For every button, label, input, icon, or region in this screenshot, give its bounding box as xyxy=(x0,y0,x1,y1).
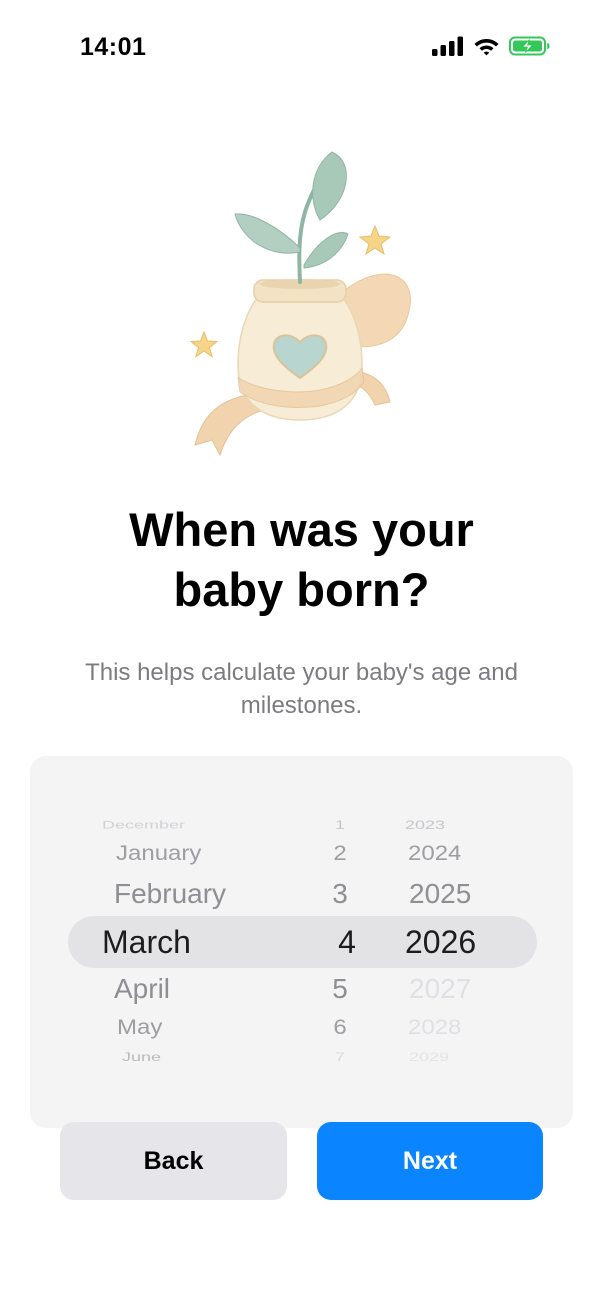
day-option[interactable]: 6 xyxy=(320,1017,360,1038)
day-wheel[interactable]: 1 2 3 4 5 6 7 xyxy=(320,756,360,1128)
birth-date-picker[interactable]: December January February March April Ma… xyxy=(30,756,573,1128)
wifi-icon xyxy=(474,39,499,56)
back-button[interactable]: Back xyxy=(60,1122,287,1200)
status-bar: 14:01 xyxy=(0,0,603,96)
jar-sprout-illustration xyxy=(189,151,411,457)
battery-charging-icon xyxy=(509,36,550,56)
year-wheel[interactable]: 2023 2024 2025 2026 2027 2028 2029 xyxy=(400,756,490,1128)
month-option[interactable]: May xyxy=(117,1017,317,1038)
leaf-left xyxy=(234,213,301,254)
page-title-line-2: baby born? xyxy=(173,563,430,616)
day-option[interactable]: 5 xyxy=(320,975,360,1003)
page-title-line-1: When was your xyxy=(129,503,474,556)
day-option[interactable]: 7 xyxy=(320,1051,360,1063)
month-option-selected[interactable]: March xyxy=(102,926,302,958)
star-left xyxy=(189,330,219,358)
month-wheel[interactable]: December January February March April Ma… xyxy=(102,756,302,1128)
status-time: 14:01 xyxy=(80,33,147,61)
month-option[interactable]: February xyxy=(114,880,314,908)
year-option[interactable]: 2028 xyxy=(408,1017,498,1038)
day-option[interactable]: 1 xyxy=(320,819,360,831)
day-option-selected[interactable]: 4 xyxy=(327,926,367,958)
page-title: When was your baby born? xyxy=(40,500,563,620)
next-button[interactable]: Next xyxy=(317,1122,543,1200)
year-option-selected[interactable]: 2026 xyxy=(405,926,495,958)
year-option[interactable]: 2025 xyxy=(409,880,499,908)
day-option[interactable]: 2 xyxy=(320,843,360,864)
year-option[interactable]: 2024 xyxy=(408,843,498,864)
month-option[interactable]: December xyxy=(102,820,302,831)
leaf-top xyxy=(312,151,347,221)
month-option[interactable]: April xyxy=(114,975,314,1003)
cellular-signal-icon xyxy=(432,36,463,56)
year-option[interactable]: 2029 xyxy=(409,1051,499,1063)
month-option[interactable]: June xyxy=(122,1051,322,1063)
status-icons xyxy=(432,36,551,56)
page-subtitle: This helps calculate your baby's age and… xyxy=(85,659,518,719)
month-option[interactable]: January xyxy=(116,843,316,864)
leaf-right xyxy=(303,232,349,269)
year-option[interactable]: 2023 xyxy=(405,819,495,831)
year-option[interactable]: 2027 xyxy=(409,975,499,1003)
day-option[interactable]: 3 xyxy=(320,880,360,908)
star-right xyxy=(358,224,392,256)
